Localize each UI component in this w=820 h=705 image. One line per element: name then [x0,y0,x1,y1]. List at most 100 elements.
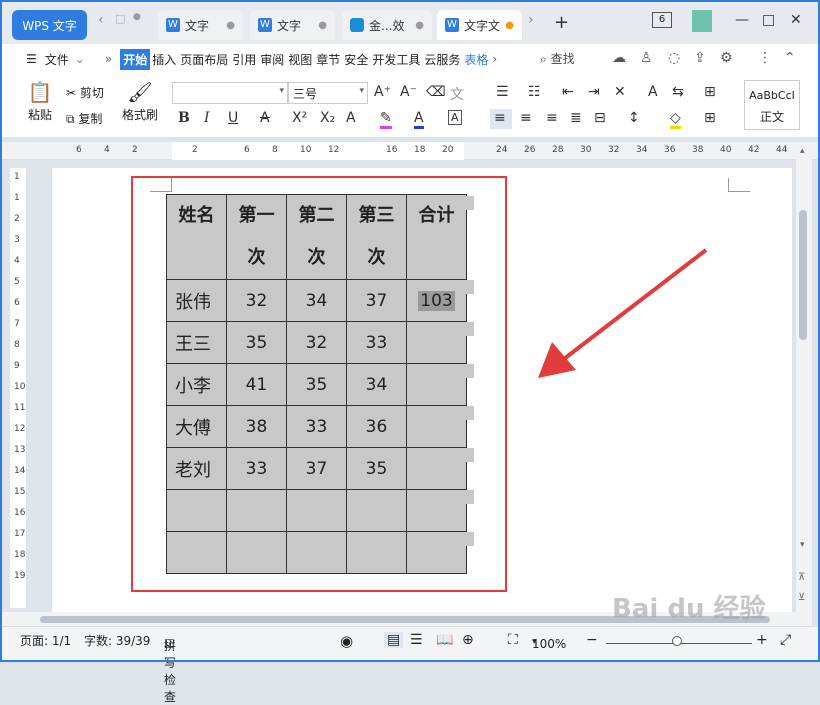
shading-icon[interactable]: ◇ [670,110,681,129]
sort-icon[interactable]: ⇆ [672,84,684,100]
format-painter-button[interactable]: 🖌 格式刷 [120,80,160,123]
collapse-ribbon-icon[interactable]: ⌃ [784,50,796,66]
export-icon[interactable]: ⇪ [694,50,706,66]
vertical-scroll-thumb[interactable] [799,210,807,340]
gear-icon[interactable]: ⚙ [720,50,733,66]
share-user-icon[interactable]: ♙ [640,50,653,66]
page-indicator[interactable]: 页面: 1/1 [20,632,71,649]
tab-document-2[interactable]: W 文字 ● [250,10,335,40]
ruler-tick-label: 11 [14,403,26,413]
more-icon[interactable]: ⋮ [758,50,772,66]
menu-review[interactable]: 审阅 [258,51,286,68]
reading-view-icon[interactable]: 📖 [436,632,453,648]
menu-references[interactable]: 引用 [230,51,258,68]
web-view-icon[interactable]: ⊕ [462,632,474,648]
menu-table-tools[interactable]: 表格 [462,51,490,68]
shrink-font-icon[interactable]: A⁻ [400,84,417,100]
align-right-icon[interactable]: ≡ [546,110,558,126]
menu-developer[interactable]: 开发工具 [370,51,422,68]
tab-document-1[interactable]: W 文字 ● [158,10,243,40]
cloud-icon[interactable]: ☁ [612,50,626,66]
tab-partial[interactable]: □ [115,12,125,25]
font-size-select[interactable]: 三号 ▾ [288,82,368,104]
eye-protection-icon[interactable]: ◉ [340,632,353,650]
tab-document-active[interactable]: W 文字文 ● [437,10,522,40]
text-direction-icon[interactable]: A [648,84,658,100]
eraser-icon[interactable]: ⌫ [426,84,446,100]
horizontal-ruler[interactable]: 6422681012161820242628303234363840424446 [0,142,820,160]
scroll-down-icon[interactable]: ▾ [800,540,805,550]
menu-view[interactable]: 视图 [286,51,314,68]
style-gallery-normal[interactable]: AaBbCcI 正文 [744,80,800,130]
align-left-icon[interactable]: ≡ [494,110,506,126]
strikethrough-icon[interactable]: A [260,110,270,126]
bullet-list-icon[interactable]: ☰ [496,84,509,100]
font-name-select[interactable]: ▾ [172,82,288,104]
chevron-right-icon[interactable]: › [528,12,534,28]
new-tab-plus-icon[interactable]: + [554,12,569,33]
menu-security[interactable]: 安全 [342,51,370,68]
menu-page-layout[interactable]: 页面布局 [178,51,230,68]
tab-document-3[interactable]: 金...效 ● [342,10,432,40]
superscript-icon[interactable]: X² [292,110,307,126]
italic-button[interactable]: I [204,110,210,126]
distribute-icon[interactable]: ⊟ [594,110,606,126]
justify-icon[interactable]: ≣ [570,110,582,126]
menu-home[interactable]: 开始 [120,48,151,70]
hamburger-icon[interactable]: ☰ [24,52,39,66]
underline-button[interactable]: U [228,110,238,126]
grow-font-icon[interactable]: A⁺ [374,84,391,100]
fullscreen-icon[interactable]: ⤢ [780,632,791,648]
search-box[interactable]: ⌕ 查找 [540,50,575,67]
close-dot-icon[interactable]: ● [226,20,235,31]
prev-page-icon[interactable]: ⊼ [798,572,805,583]
chinese-layout-icon[interactable]: ✕ [614,84,626,100]
word-count[interactable]: 字数: 39/39 [84,632,150,649]
zoom-slider-thumb[interactable] [672,636,682,646]
chevron-right-icon[interactable]: › [490,52,499,66]
copy-button[interactable]: ⧉ 复制 [66,110,116,127]
text-effect-icon[interactable]: A [346,110,356,126]
highlight-color-icon[interactable]: ✎ [380,110,392,129]
zoom-in-icon[interactable]: + [756,632,768,648]
page-view-icon[interactable]: ▤ [384,632,404,648]
paste-button[interactable]: 📋 粘贴 [22,80,58,123]
menu-file[interactable]: 文件 [43,51,71,68]
numbered-list-icon[interactable]: ☷ [528,84,541,100]
menu-insert[interactable]: 插入 [150,51,178,68]
tab-wps-home[interactable]: WPS 文字 [12,10,87,40]
scroll-up-icon[interactable]: ▴ [800,146,805,156]
comment-icon[interactable]: ◌ [668,50,680,66]
vertical-ruler[interactable]: 1 1 2 3 4 5 6 7 8 9 10 11 12 13 14 15 16 17 18 19 [10,168,26,608]
menu-cloud[interactable]: 云服务 [422,51,462,68]
maximize-icon[interactable]: □ [762,12,775,28]
close-dot-icon[interactable]: ● [415,20,424,31]
window-count-badge[interactable]: 6 [652,12,672,28]
chevron-down-icon[interactable]: ⌄ [73,52,87,66]
pinyin-icon[interactable]: 文 [450,84,464,104]
avatar[interactable] [692,10,712,32]
chevron-left-icon[interactable]: ‹ [98,12,104,28]
close-dot-icon[interactable]: ● [318,20,327,31]
show-marks-icon[interactable]: ⊞ [704,84,716,100]
font-color-icon[interactable]: A [414,110,424,129]
decrease-indent-icon[interactable]: ⇤ [562,84,574,100]
bold-button[interactable]: B [178,110,190,126]
line-spacing-icon[interactable]: ↕ [628,110,640,126]
next-page-icon[interactable]: ⊻ [798,592,805,603]
close-icon[interactable]: ✕ [790,12,802,28]
cut-button[interactable]: ✂ 剪切 [66,84,116,101]
borders-icon[interactable]: ⊞ [704,110,716,126]
minimize-icon[interactable]: — [735,12,749,28]
ruler-tick-label: 12 [14,424,26,434]
char-border-icon[interactable]: A [448,110,462,125]
fit-page-icon[interactable]: ⛶ [508,632,518,648]
double-chevron-icon[interactable]: » [103,52,114,66]
outline-view-icon[interactable]: ☰ [410,632,423,648]
increase-indent-icon[interactable]: ⇥ [588,84,600,100]
zoom-out-icon[interactable]: − [586,632,598,648]
menu-chapter[interactable]: 章节 [314,51,342,68]
align-center-icon[interactable]: ≡ [520,110,532,126]
search-icon: ⌕ [540,52,547,66]
subscript-icon[interactable]: X₂ [320,110,335,126]
